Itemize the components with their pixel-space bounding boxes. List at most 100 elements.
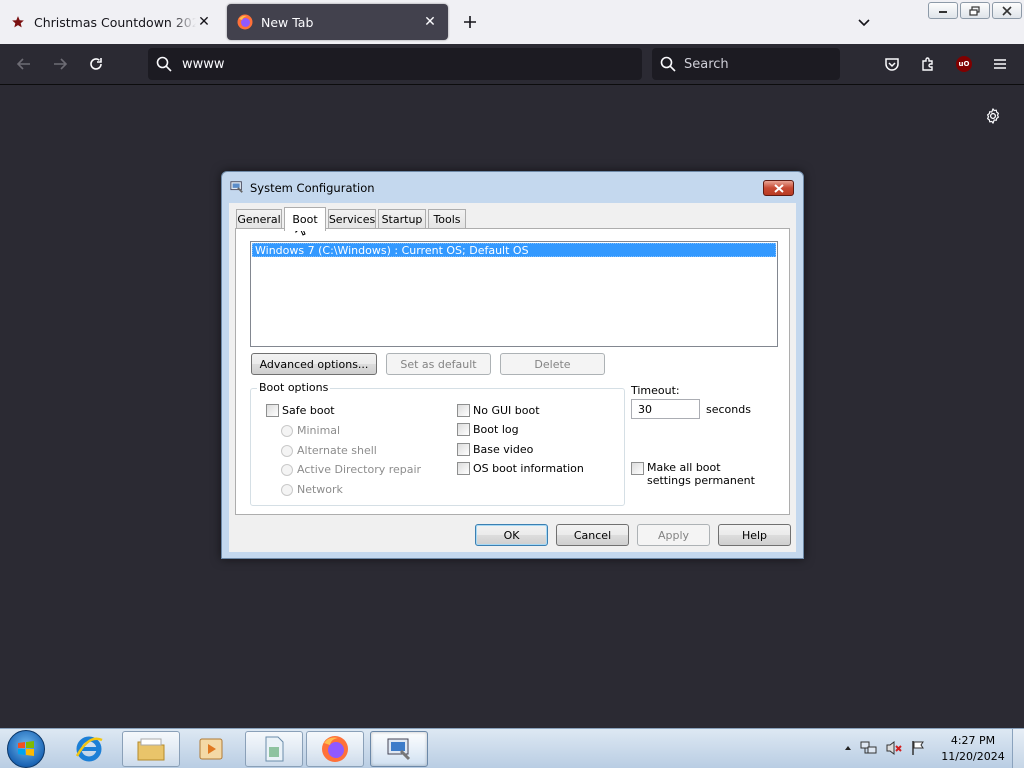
checkbox-box[interactable] [457,423,470,436]
file-taskbar-button[interactable] [245,731,303,767]
cancel-button[interactable]: Cancel [556,524,629,546]
checkbox-box[interactable] [631,462,644,475]
network-tray-icon[interactable] [860,740,878,759]
safe-boot-checkbox[interactable]: Safe boot [266,404,335,417]
close-icon [1002,5,1012,16]
set-as-default-button[interactable]: Set as default [386,353,491,375]
radio-dot[interactable] [281,444,293,457]
close-icon [773,183,784,193]
tab-startup[interactable]: Startup [378,209,426,229]
msconfig-icon [387,738,411,761]
delete-button[interactable]: Delete [500,353,605,375]
close-tab-icon[interactable]: ✕ [422,14,438,30]
show-desktop-button[interactable] [1012,729,1024,768]
ublock-origin-icon: uO [956,56,972,72]
restore-button[interactable] [960,2,990,19]
tab-general[interactable]: General [236,209,282,229]
radio-dot[interactable] [281,463,293,476]
dialog-close-button[interactable] [763,180,794,196]
tab-boot[interactable]: Boot [284,207,326,231]
checkbox-box[interactable] [266,404,279,417]
system-configuration-taskbar-button[interactable] [370,731,428,767]
radio-label: Network [297,483,343,496]
os-boot-information-checkbox[interactable]: OS boot information [457,462,584,475]
minimal-radio[interactable]: Minimal [281,424,340,437]
advanced-options-button[interactable]: Advanced options... [251,353,377,375]
tab-tools[interactable]: Tools [428,209,466,229]
system-clock[interactable]: 4:27 PM 11/20/2024 [938,733,1008,765]
firefox-icon [322,736,348,762]
reload-button[interactable] [84,52,108,76]
flag-icon [912,740,924,755]
msconfig-app-icon [230,180,244,197]
search-bar[interactable] [652,48,840,80]
help-button[interactable]: Help [718,524,791,546]
tab-christmas-countdown[interactable]: Christmas Countdown 2024 - F ✕ [0,4,222,40]
make-permanent-checkbox[interactable]: Make all boot settings permanent [631,461,767,487]
ok-button[interactable]: OK [475,524,548,546]
forward-button[interactable] [48,52,72,76]
dialog-title-bar[interactable]: System Configuration [222,172,803,204]
dialog-client-area: General Boot Services Startup Tools Wind… [229,203,796,552]
arrow-right-icon [54,58,68,70]
search-icon [660,56,676,72]
clock-time: 4:27 PM [950,734,996,747]
ublock-origin-button[interactable]: uO [952,52,976,76]
dialog-title: System Configuration [250,181,375,195]
radio-label: Alternate shell [297,444,377,457]
timeout-input[interactable] [631,399,700,419]
close-window-button[interactable] [992,2,1022,19]
active-directory-repair-radio[interactable]: Active Directory repair [281,463,421,476]
volume-muted-tray-icon[interactable] [885,740,903,759]
new-tab-settings-button[interactable] [981,104,1005,128]
tab-services[interactable]: Services [328,209,376,229]
extensions-button[interactable] [916,52,940,76]
media-player-taskbar-button[interactable] [183,731,241,767]
close-tab-icon[interactable]: ✕ [196,14,212,30]
boot-options-legend: Boot options [257,381,331,394]
alternate-shell-radio[interactable]: Alternate shell [281,444,377,457]
chevron-down-icon [858,19,870,27]
tab-label: New Tab [261,14,314,30]
star-favicon-icon [10,14,26,30]
boot-tab-panel: Windows 7 (C:\Windows) : Current OS; Def… [235,228,790,515]
internet-explorer-taskbar-button[interactable] [60,731,118,767]
network-radio[interactable]: Network [281,483,343,496]
list-all-tabs-button[interactable] [852,10,876,34]
apply-button[interactable]: Apply [637,524,710,546]
navigation-toolbar: uO [0,44,1024,85]
system-configuration-dialog: System Configuration General Boot Servic… [221,171,804,559]
checkbox-box[interactable] [457,443,470,456]
checkbox-box[interactable] [457,462,470,475]
checkbox-label: OS boot information [473,462,584,475]
app-menu-button[interactable] [988,52,1012,76]
tab-new-tab[interactable]: New Tab ✕ [227,4,448,40]
back-button[interactable] [12,52,36,76]
checkbox-box[interactable] [457,404,470,417]
document-icon [265,736,284,762]
start-button[interactable] [7,730,45,768]
boot-os-list[interactable]: Windows 7 (C:\Windows) : Current OS; Def… [250,241,778,347]
boot-log-checkbox[interactable]: Boot log [457,423,519,436]
search-input[interactable] [684,56,834,72]
windows-explorer-taskbar-button[interactable] [122,731,180,767]
checkbox-label: Boot log [473,423,519,436]
action-center-tray-icon[interactable] [910,740,926,759]
checkbox-label: No GUI boot [473,404,540,417]
no-gui-boot-checkbox[interactable]: No GUI boot [457,404,540,417]
new-tab-button[interactable] [458,10,482,34]
radio-dot[interactable] [281,483,293,496]
gear-icon [987,108,999,124]
url-input[interactable] [182,56,622,72]
checkbox-label: Safe boot [282,404,335,417]
minimize-button[interactable] [928,2,958,19]
address-bar[interactable] [148,48,642,80]
taskbar: 4:27 PM 11/20/2024 [0,728,1024,768]
base-video-checkbox[interactable]: Base video [457,443,533,456]
firefox-taskbar-button[interactable] [306,731,364,767]
list-item[interactable]: Windows 7 (C:\Windows) : Current OS; Def… [252,243,776,257]
show-hidden-icons-button[interactable] [843,742,853,756]
radio-dot[interactable] [281,424,293,437]
pocket-button[interactable] [880,52,904,76]
puzzle-icon [922,57,933,71]
